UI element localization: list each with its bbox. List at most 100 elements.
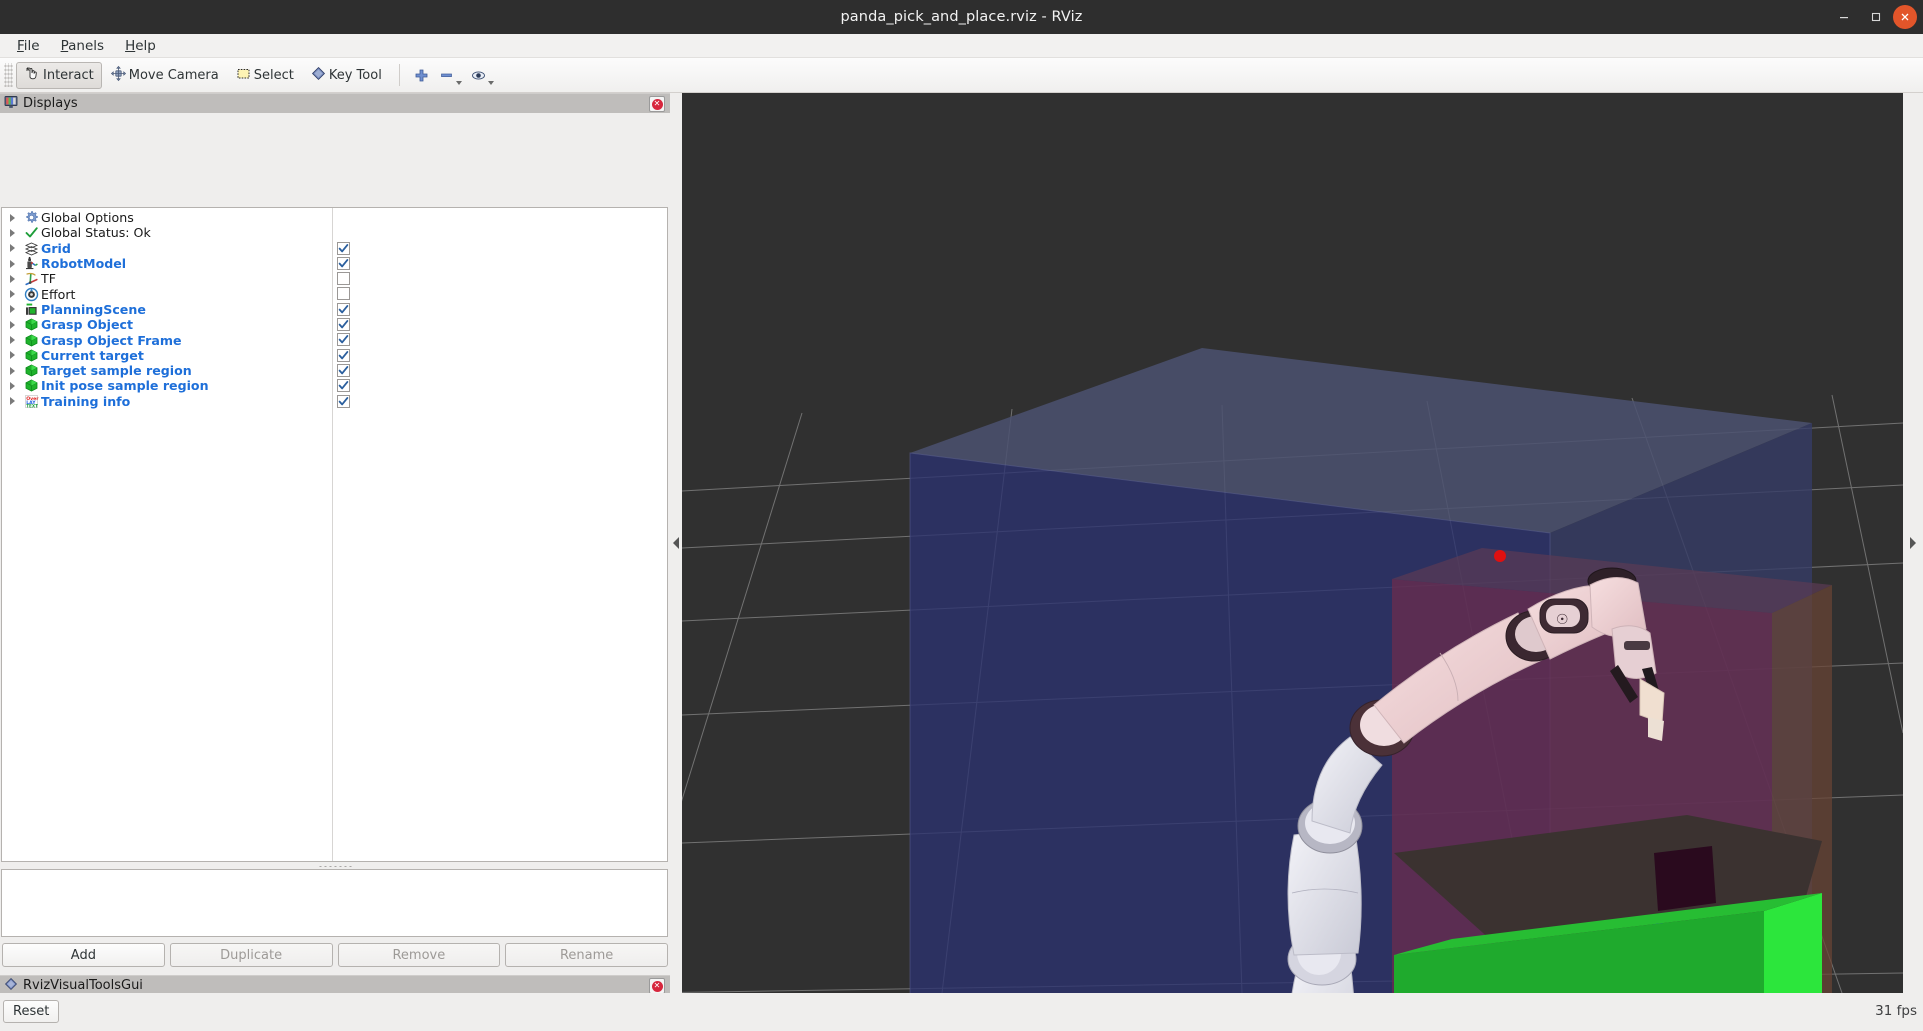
remove-display-button: Remove (337, 943, 501, 967)
tree-item-checkbox[interactable] (337, 287, 350, 301)
tool-key-tool[interactable]: Key Tool (302, 62, 390, 89)
window-title: panda_pick_and_place.rviz - RViz (840, 9, 1083, 25)
tree-item-label: TF (41, 271, 56, 287)
displays-panel-close-button[interactable]: ✕ (649, 96, 665, 112)
key-tool-diamond-icon (310, 65, 327, 86)
expand-arrow-icon[interactable] (2, 351, 22, 360)
tool-move-camera[interactable]: Move Camera (102, 62, 227, 89)
expand-arrow-icon[interactable] (2, 244, 22, 253)
expand-arrow-icon[interactable] (2, 259, 22, 268)
effort-icon (22, 287, 41, 302)
tree-item-effort[interactable]: Effort (2, 286, 667, 302)
minimize-button[interactable] (1829, 2, 1859, 32)
tree-item-checkbox[interactable] (337, 333, 350, 347)
focus-tool-button[interactable] (466, 62, 498, 89)
tool-select-label: Select (253, 67, 294, 83)
tree-item-checkbox[interactable] (337, 363, 350, 377)
tree-item-checkbox[interactable] (337, 348, 350, 362)
tree-item-tf[interactable]: TF (2, 271, 667, 286)
menu-file[interactable]: File (7, 36, 51, 56)
grid-icon (22, 241, 41, 256)
status-ok-check-icon (22, 225, 41, 240)
tree-item-global-status-ok[interactable]: Global Status: Ok (2, 225, 667, 240)
expand-arrow-icon[interactable] (2, 274, 22, 283)
menu-panels[interactable]: Panels (51, 36, 115, 56)
right-dock-splitter[interactable] (1903, 93, 1923, 993)
tree-item-robotmodel[interactable]: RobotModel (2, 256, 667, 271)
marker-cube-icon (22, 317, 41, 332)
displays-panel-header: Displays ✕ (0, 93, 670, 113)
rviz-visual-tools-close-button[interactable]: ✕ (649, 978, 665, 994)
gear-icon (22, 210, 41, 225)
expand-arrow-icon[interactable] (2, 213, 22, 222)
panel-close-icon: ✕ (651, 98, 663, 110)
current-target-marker (1494, 550, 1506, 562)
left-dock-splitter[interactable] (670, 93, 682, 993)
tree-item-checkbox[interactable] (337, 272, 350, 286)
expand-arrow-icon[interactable] (2, 320, 22, 329)
displays-property-area[interactable] (1, 869, 668, 937)
tool-interact[interactable]: Interact (16, 61, 102, 89)
chevron-down-icon[interactable] (455, 80, 462, 85)
reset-button[interactable]: Reset (3, 1000, 60, 1023)
tree-item-checkbox[interactable] (337, 256, 350, 270)
tree-item-init-pose-sample-region[interactable]: Init pose sample region (2, 378, 667, 393)
tool-select[interactable]: Select (227, 62, 302, 89)
tree-item-label: Target sample region (41, 363, 192, 379)
remove-tool-button[interactable] (434, 62, 466, 89)
tree-item-training-info[interactable]: Over LAY TEXT Training info (2, 394, 667, 409)
rviz-visual-tools-panel: RvizVisualToolsGui ✕ (0, 975, 670, 995)
add-display-button[interactable]: Add (2, 943, 165, 967)
tree-item-checkbox[interactable] (337, 394, 350, 408)
displays-button-row: Add Duplicate Remove Rename (2, 943, 668, 967)
rviz-visual-tools-header: RvizVisualToolsGui ✕ (0, 975, 670, 995)
grasp-object-cube (1654, 846, 1716, 911)
panel-splitter[interactable] (0, 968, 670, 974)
render-viewport[interactable]: ☉ (682, 93, 1903, 993)
expand-arrow-icon[interactable] (2, 336, 22, 345)
tree-item-current-target[interactable]: Current target (2, 348, 667, 363)
chevron-down-icon[interactable] (487, 80, 494, 85)
tree-item-checkbox[interactable] (337, 302, 350, 316)
tree-item-checkbox[interactable] (337, 379, 350, 393)
menu-bar: File Panels Help (0, 34, 1923, 58)
tree-item-label: RobotModel (41, 256, 127, 272)
displays-tree[interactable]: Global Options Global Status: Ok Grid Rob… (1, 207, 668, 862)
tree-item-grasp-object-frame[interactable]: Grasp Object Frame (2, 332, 667, 348)
expand-arrow-icon[interactable] (2, 228, 22, 237)
expand-arrow-icon[interactable] (2, 397, 22, 406)
collapse-right-arrow-icon[interactable] (1910, 537, 1916, 549)
select-rect-icon (235, 65, 252, 86)
panel-close-icon: ✕ (651, 980, 663, 992)
maximize-button[interactable] (1861, 2, 1891, 32)
tree-item-global-options[interactable]: Global Options (2, 210, 667, 225)
marker-cube-icon (22, 378, 41, 393)
left-dock: Displays ✕ Global Options Global Status: … (0, 93, 670, 1031)
tree-item-target-sample-region[interactable]: Target sample region (2, 363, 667, 378)
tree-item-label: Effort (41, 286, 76, 302)
expand-arrow-icon[interactable] (2, 381, 22, 390)
collapse-left-arrow-icon[interactable] (673, 537, 679, 549)
close-button[interactable] (1893, 5, 1917, 29)
toolbar-grip[interactable] (4, 63, 13, 87)
title-bar: panda_pick_and_place.rviz - RViz (0, 0, 1923, 34)
add-tool-button[interactable] (409, 62, 434, 89)
tree-item-checkbox[interactable] (337, 241, 350, 255)
expand-arrow-icon[interactable] (2, 290, 22, 299)
expand-arrow-icon[interactable] (2, 305, 22, 314)
tool-bar: Interact Move Camera Select Key Tool (0, 58, 1923, 93)
svg-text:☉: ☉ (1556, 612, 1569, 628)
tree-item-label: Grasp Object (41, 317, 134, 333)
tool-key-tool-label: Key Tool (328, 67, 382, 83)
tree-item-grasp-object[interactable]: Grasp Object (2, 317, 667, 332)
tree-item-planningscene[interactable]: PlanningScene (2, 302, 667, 317)
tree-item-label: Grasp Object Frame (41, 332, 182, 348)
tree-item-grid[interactable]: Grid (2, 241, 667, 256)
menu-help[interactable]: Help (115, 36, 167, 56)
toolbar-separator (398, 64, 400, 86)
displays-monitor-icon (4, 94, 18, 113)
expand-arrow-icon[interactable] (2, 366, 22, 375)
tree-item-checkbox[interactable] (337, 318, 350, 332)
tree-item-label: Global Status: Ok (41, 225, 151, 241)
rviz-window: panda_pick_and_place.rviz - RViz File Pa… (0, 0, 1923, 1031)
